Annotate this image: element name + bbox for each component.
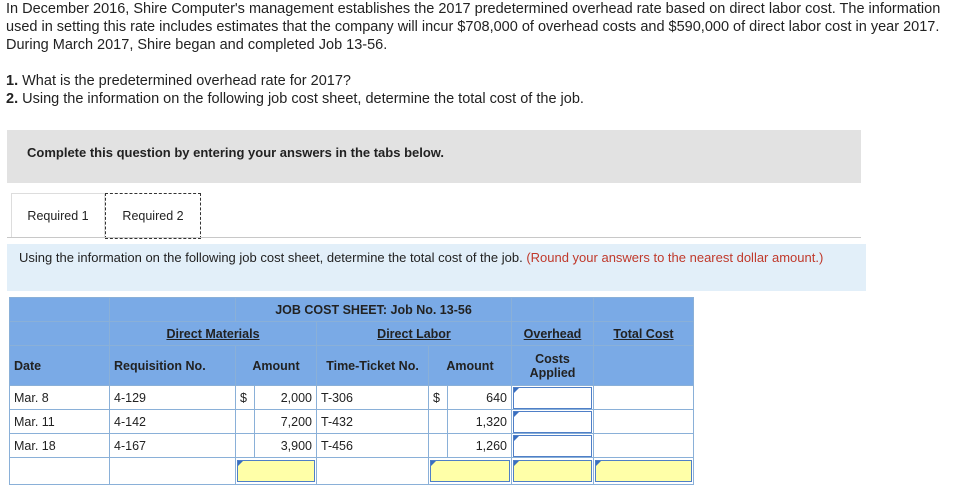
instructions-text: Using the information on the following j… <box>19 250 523 265</box>
overhead-input-row-1[interactable] <box>513 386 592 409</box>
row-dl-amount: 640 <box>447 385 512 410</box>
complete-banner: Complete this question by entering your … <box>7 130 861 183</box>
row-dollar-sign <box>428 409 448 434</box>
tab-divider <box>7 237 861 238</box>
row-dm-amount: 3,900 <box>254 433 317 458</box>
overhead-input-row-3[interactable] <box>513 434 592 457</box>
direct-materials-header: Direct Materials <box>109 321 317 346</box>
ticket-col-header: Time-Ticket No. <box>316 345 429 386</box>
row-dollar-sign: $ <box>235 385 255 410</box>
problem-intro: In December 2016, Shire Computer's manag… <box>6 1 941 53</box>
dm-total-input[interactable] <box>237 460 315 482</box>
dl-amount-col-header: Amount <box>428 345 512 386</box>
row-dl-amount: 1,260 <box>447 433 512 458</box>
overhead-applied-col-header: Costs Applied <box>511 345 594 386</box>
row-dl-amount: 1,320 <box>447 409 512 434</box>
overhead-total-input[interactable] <box>513 460 592 482</box>
date-col-header: Date <box>9 345 110 386</box>
overhead-header: Overhead <box>511 321 594 346</box>
table-row: Mar. 11 4-142 7,200 T-432 1,320 <box>9 409 694 434</box>
overhead-input-row-2[interactable] <box>513 410 592 433</box>
job-cost-sheet-title: JOB COST SHEET: Job No. 13-56 <box>235 297 512 322</box>
row-dollar-sign <box>235 409 255 434</box>
requisition-col-header: Requisition No. <box>109 345 236 386</box>
total-cost-input[interactable] <box>595 460 692 482</box>
dl-total-input[interactable] <box>430 460 510 482</box>
row-ticket: T-306 <box>316 385 429 410</box>
row-requisition: 4-167 <box>109 433 236 458</box>
direct-labor-header: Direct Labor <box>316 321 512 346</box>
row-dollar-sign: $ <box>428 385 448 410</box>
tab-required-1[interactable]: Required 1 <box>11 193 105 238</box>
row-dollar-sign <box>235 433 255 458</box>
overhead-applied-text: Costs Applied <box>529 351 576 380</box>
question-2-text: Using the information on the following j… <box>22 91 584 107</box>
row-requisition: 4-142 <box>109 409 236 434</box>
row-ticket: T-432 <box>316 409 429 434</box>
row-dollar-sign <box>428 433 448 458</box>
rounding-note: (Round your answers to the nearest dolla… <box>526 250 824 265</box>
instructions-panel: Using the information on the following j… <box>7 244 866 291</box>
job-cost-sheet: JOB COST SHEET: Job No. 13-56 Direct Mat… <box>9 297 694 485</box>
question-1: 1. What is the predetermined overhead ra… <box>6 72 351 90</box>
row-date: Mar. 11 <box>9 409 110 434</box>
row-requisition: 4-129 <box>109 385 236 410</box>
total-cost-header: Total Cost <box>593 321 694 346</box>
row-dm-amount: 7,200 <box>254 409 317 434</box>
question-2: 2. Using the information on the followin… <box>6 90 584 108</box>
row-date: Mar. 18 <box>9 433 110 458</box>
table-row: Mar. 18 4-167 3,900 T-456 1,260 <box>9 433 694 458</box>
question-1-text: What is the predetermined overhead rate … <box>22 73 351 89</box>
complete-banner-text: Complete this question by entering your … <box>27 145 445 160</box>
totals-row <box>9 457 694 485</box>
dm-amount-col-header: Amount <box>235 345 317 386</box>
table-row: Mar. 8 4-129 $ 2,000 T-306 $ 640 <box>9 385 694 410</box>
tab-required-2[interactable]: Required 2 <box>105 193 201 239</box>
row-ticket: T-456 <box>316 433 429 458</box>
row-dm-amount: 2,000 <box>254 385 317 410</box>
question-1-number: 1. <box>6 73 19 89</box>
question-2-number: 2. <box>6 91 19 107</box>
row-date: Mar. 8 <box>9 385 110 410</box>
